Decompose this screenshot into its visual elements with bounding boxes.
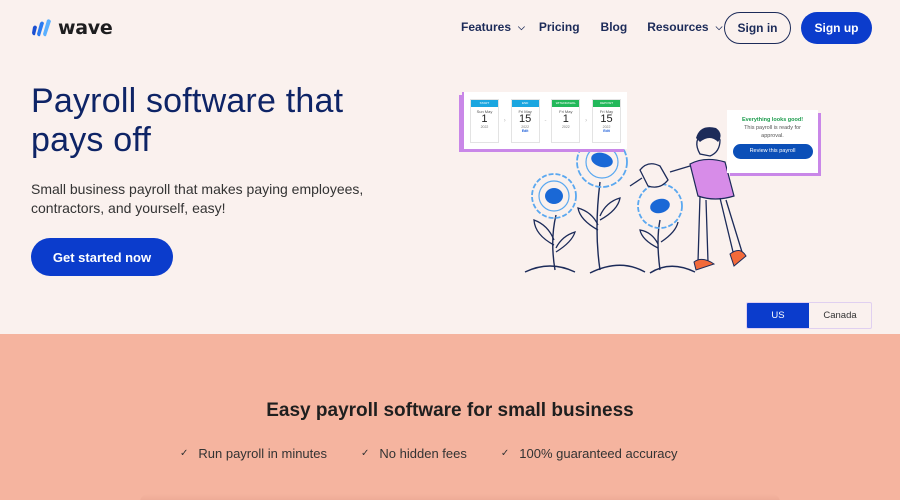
checkmark-icon: ✓ bbox=[361, 448, 370, 459]
nav-resources[interactable]: Resources ⌵ bbox=[647, 20, 722, 34]
nav-links: Features ⌵ Pricing Blog Resources ⌵ bbox=[461, 20, 722, 34]
calendar-year: 2022 bbox=[480, 124, 489, 129]
nav-pricing[interactable]: Pricing bbox=[539, 20, 580, 34]
nav-blog-label: Blog bbox=[600, 20, 628, 34]
brand-name: wave bbox=[58, 17, 113, 39]
calendar-card-header: WITHDRAWAL bbox=[552, 99, 580, 107]
top-nav: wave Features ⌵ Pricing Blog Resources ⌵… bbox=[0, 0, 900, 56]
calendar-day: 1 bbox=[481, 112, 488, 125]
chevron-down-icon: ⌵ bbox=[518, 21, 525, 32]
approval-card: Everything looks good! This payroll is r… bbox=[727, 110, 818, 173]
feature-label: 100% guaranteed accuracy bbox=[519, 446, 678, 461]
region-toggle: US Canada bbox=[746, 302, 872, 329]
approval-text: This payroll is ready for approval. bbox=[744, 125, 801, 139]
feature-item: ✓ No hidden fees bbox=[361, 446, 467, 461]
calendar-card-header: END bbox=[511, 99, 539, 107]
get-started-button[interactable]: Get started now bbox=[31, 238, 173, 276]
region-canada[interactable]: Canada bbox=[809, 303, 871, 328]
calendar-card-start: START Sun May 1 2022 bbox=[470, 98, 499, 143]
calendar-card-deposit: DEPOSIT Fri May 15 2022 Edit bbox=[592, 98, 621, 143]
feature-label: Run payroll in minutes bbox=[198, 446, 328, 461]
features-section: Easy payroll software for small business… bbox=[0, 334, 900, 500]
calendar-card-withdrawal: WITHDRAWAL Fri May 1 2022 bbox=[551, 98, 581, 143]
calendar-edit-link: Edit bbox=[603, 128, 610, 133]
chevron-right-icon: › bbox=[585, 117, 588, 124]
hero-title: Payroll software that pays off bbox=[31, 82, 344, 159]
calendar-year: 2022 bbox=[561, 124, 570, 129]
review-payroll-button: Review this payroll bbox=[732, 144, 813, 159]
feature-item: ✓ Run payroll in minutes bbox=[180, 446, 327, 461]
hero-subtitle: Small business payroll that makes paying… bbox=[31, 181, 364, 216]
calendar-edit-link: Edit bbox=[521, 128, 529, 133]
feature-list: ✓ Run payroll in minutes ✓ No hidden fee… bbox=[180, 446, 678, 461]
checkmark-icon: ✓ bbox=[180, 448, 189, 459]
dash-separator: - bbox=[544, 117, 547, 124]
wave-logo-icon bbox=[32, 19, 51, 37]
feature-label: No hidden fees bbox=[379, 446, 467, 461]
pay-period-calendar: START Sun May 1 2022 › END Fri May 15 20… bbox=[462, 92, 627, 149]
calendar-card-header: DEPOSIT bbox=[593, 99, 620, 107]
sign-in-button[interactable]: Sign in bbox=[724, 12, 791, 44]
chevron-right-icon: › bbox=[503, 117, 506, 124]
checkmark-icon: ✓ bbox=[500, 448, 510, 459]
card-edge bbox=[140, 494, 780, 500]
section-title: Easy payroll software for small business bbox=[266, 400, 634, 421]
approval-title: Everything looks good! bbox=[741, 117, 804, 123]
nav-pricing-label: Pricing bbox=[538, 20, 580, 34]
nav-features-label: Features bbox=[461, 20, 512, 34]
chevron-down-icon: ⌵ bbox=[715, 21, 723, 32]
calendar-card-header: START bbox=[471, 99, 498, 107]
region-us[interactable]: US bbox=[747, 303, 809, 328]
calendar-card-end: END Fri May 15 2022 Edit bbox=[510, 98, 540, 143]
sign-up-button[interactable]: Sign up bbox=[801, 12, 872, 44]
nav-features[interactable]: Features ⌵ bbox=[461, 20, 525, 34]
nav-blog[interactable]: Blog bbox=[601, 20, 628, 34]
feature-item: ✓ 100% guaranteed accuracy bbox=[501, 446, 678, 461]
brand-logo[interactable]: wave bbox=[31, 17, 113, 39]
calendar-day: 1 bbox=[562, 112, 569, 125]
nav-resources-label: Resources bbox=[647, 20, 709, 34]
calendar-day: 15 bbox=[600, 112, 613, 125]
calendar-day: 15 bbox=[519, 112, 532, 125]
